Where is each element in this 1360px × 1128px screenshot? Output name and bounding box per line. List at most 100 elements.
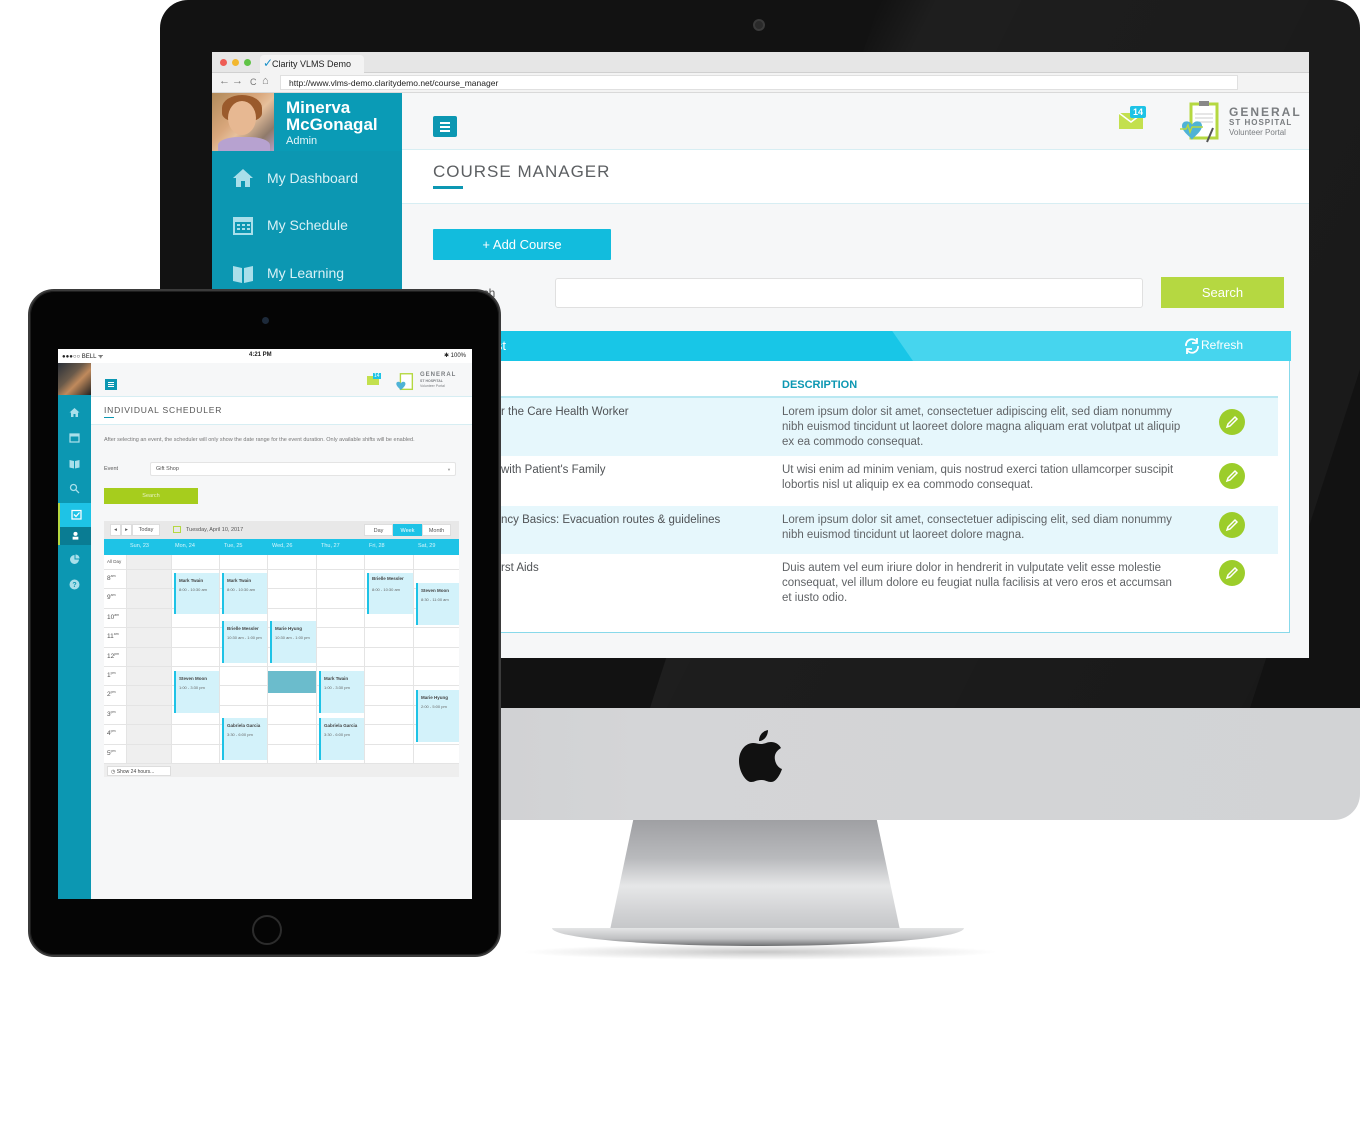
calendar-grid: All Day 8am 9am 10am 11am 12pm 1pm 2pm 3pm 4pm 5p… xyxy=(104,555,459,764)
prev-week-button[interactable]: ◂ xyxy=(110,524,121,536)
sidebar-item-learning[interactable]: My Learning xyxy=(212,254,402,294)
today-button[interactable]: Today xyxy=(132,524,160,536)
logo-line-1: GENERAL xyxy=(1229,105,1302,119)
calendar-event[interactable]: Mark Twain 1:00 - 3:30 pm xyxy=(319,671,364,713)
svg-text:?: ? xyxy=(72,582,76,589)
chart-icon xyxy=(70,554,80,564)
day-header: Wed, 26 xyxy=(272,543,293,549)
sidebar-item-schedule[interactable] xyxy=(58,426,91,450)
forward-arrow-icon[interactable]: → xyxy=(232,75,243,87)
sidebar-item-search[interactable] xyxy=(58,477,91,501)
calendar-icon[interactable] xyxy=(173,526,181,533)
page-title: COURSE MANAGER xyxy=(433,162,611,181)
user-icon xyxy=(72,531,79,540)
calendar-event[interactable]: Marie Hyung 2:00 - 5:00 pm xyxy=(416,690,459,742)
table-row[interactable]: r the Care Health Worker Lorem ipsum dol… xyxy=(493,398,1278,456)
browser-tab-title: Clarity VLMS Demo xyxy=(272,59,352,69)
back-arrow-icon[interactable]: ← xyxy=(219,75,230,87)
calendar-event[interactable]: Brielle Messler 8:00 - 10:30 am xyxy=(367,573,413,614)
edit-course-button[interactable] xyxy=(1219,463,1245,489)
view-week-button[interactable]: Week xyxy=(393,524,422,536)
menu-toggle-button[interactable] xyxy=(433,116,457,137)
user-name: Minerva McGonagal xyxy=(286,98,378,134)
user-profile[interactable]: Minerva McGonagal Admin xyxy=(212,93,402,151)
pencil-icon xyxy=(1225,566,1239,580)
home-icon[interactable]: ⌂ xyxy=(262,75,269,87)
help-icon: ? xyxy=(69,579,80,590)
favicon-check-icon: ✓ xyxy=(263,56,274,70)
calendar-event[interactable]: Mark Twain 8:00 - 10:30 am xyxy=(222,573,267,614)
sidebar-item-scheduler[interactable] xyxy=(58,503,91,527)
url-input[interactable]: http://www.vlms-demo.claritydemo.net/cou… xyxy=(280,75,1238,90)
sidebar-item-help[interactable]: ? xyxy=(58,573,91,597)
calendar-event[interactable]: Marie Hyung 10:30 am - 1:00 pm xyxy=(270,621,316,663)
day-header: Fri, 28 xyxy=(369,543,385,549)
page-header: COURSE MANAGER xyxy=(402,150,1309,204)
mail-count-badge: 14 xyxy=(1130,106,1147,118)
reload-icon[interactable]: C xyxy=(250,77,257,87)
apple-logo-icon xyxy=(739,730,782,782)
add-course-button[interactable]: + Add Course xyxy=(433,229,611,260)
hour-label: 10am xyxy=(107,612,120,621)
refresh-button[interactable]: Refresh xyxy=(1201,338,1243,352)
hour-label: 11am xyxy=(107,632,119,641)
menu-toggle-button[interactable] xyxy=(105,379,117,390)
search-button[interactable]: Search xyxy=(104,488,198,504)
ipad-home-button[interactable] xyxy=(252,915,282,945)
day-header: Mon, 24 xyxy=(175,543,195,549)
calendar-event[interactable]: Steven Moon 1:00 - 3:30 pm xyxy=(174,671,219,713)
sidebar-item-reports[interactable] xyxy=(58,548,91,572)
chevron-down-icon: ▼ xyxy=(447,467,451,472)
hour-label: 8am xyxy=(107,574,116,583)
table-row[interactable]: with Patient's Family Ut wisi enim ad mi… xyxy=(493,456,1278,506)
calendar-event[interactable]: Gabriela Garcia 3:30 - 6:00 pm xyxy=(319,718,364,760)
sidebar-item-individual[interactable] xyxy=(58,527,91,545)
sidebar-item-learning[interactable] xyxy=(58,452,91,476)
calendar-event[interactable]: Mark Twain 8:00 - 10:30 am xyxy=(174,573,219,614)
calendar-event[interactable]: Brielle Messler 10:30 am - 1:00 pm xyxy=(222,621,267,663)
calendar-event[interactable]: Steven Moon 8:30 - 11:00 am xyxy=(416,583,459,625)
maximize-window-button[interactable] xyxy=(244,59,251,66)
close-window-button[interactable] xyxy=(220,59,227,66)
imac-stand xyxy=(610,820,900,930)
next-week-button[interactable]: ▸ xyxy=(121,524,132,536)
view-month-button[interactable]: Month xyxy=(422,524,451,536)
table-row[interactable]: rst Aids Duis autem vel eum iriure dolor… xyxy=(493,554,1278,614)
carrier-signal: ●●●○○ BELL ᯤ xyxy=(62,354,104,360)
view-day-button[interactable]: Day xyxy=(364,524,393,536)
browser-tab[interactable]: ✓ Clarity VLMS Demo xyxy=(260,55,364,73)
tablet-sidebar: ? xyxy=(58,363,91,899)
all-day-label: All Day xyxy=(107,559,122,564)
home-icon xyxy=(233,169,253,187)
scheduler-hint: After selecting an event, the scheduler … xyxy=(104,437,415,443)
show-24-hours-button[interactable]: ◷ Show 24 hours... xyxy=(107,766,171,776)
week-calendar: ◂ ▸ Today Tuesday, April 10, 2017 Day We… xyxy=(104,521,459,777)
refresh-icon[interactable] xyxy=(1183,337,1201,355)
sidebar-item-dashboard[interactable] xyxy=(58,401,91,425)
search-input[interactable] xyxy=(555,278,1143,308)
hour-label: 4pm xyxy=(107,729,116,738)
current-date: Tuesday, April 10, 2017 xyxy=(186,527,244,533)
minimize-window-button[interactable] xyxy=(232,59,239,66)
mail-count-badge: 14 xyxy=(373,373,381,379)
calendar-icon xyxy=(233,217,253,235)
table-row[interactable]: ncy Basics: Evacuation routes & guidelin… xyxy=(493,506,1278,554)
edit-course-button[interactable] xyxy=(1219,409,1245,435)
day-header: Sat, 29 xyxy=(418,543,436,549)
sidebar-item-schedule[interactable]: My Schedule xyxy=(212,206,402,246)
battery-status: ✱ 100% xyxy=(443,353,466,359)
calendar-event[interactable]: Gabriela Garcia 3:30 - 6:00 pm xyxy=(222,718,267,760)
search-button[interactable]: Search xyxy=(1161,277,1284,308)
edit-course-button[interactable] xyxy=(1219,512,1245,538)
sidebar-item-dashboard[interactable]: My Dashboard xyxy=(212,159,402,199)
logo-line-1: GENERAL xyxy=(420,372,457,378)
selected-slot[interactable] xyxy=(268,671,316,693)
sidebar-item-label: My Schedule xyxy=(267,217,348,233)
event-select[interactable]: Gift Shop ▼ xyxy=(150,462,456,476)
user-role: Admin xyxy=(286,135,318,147)
course-description: Duis autem vel eum iriure dolor in hendr… xyxy=(782,562,1172,604)
edit-course-button[interactable] xyxy=(1219,560,1245,586)
hospital-logo-icon xyxy=(396,373,414,391)
book-icon xyxy=(233,266,253,283)
course-description: Lorem ipsum dolor sit amet, consectetuer… xyxy=(782,514,1172,541)
